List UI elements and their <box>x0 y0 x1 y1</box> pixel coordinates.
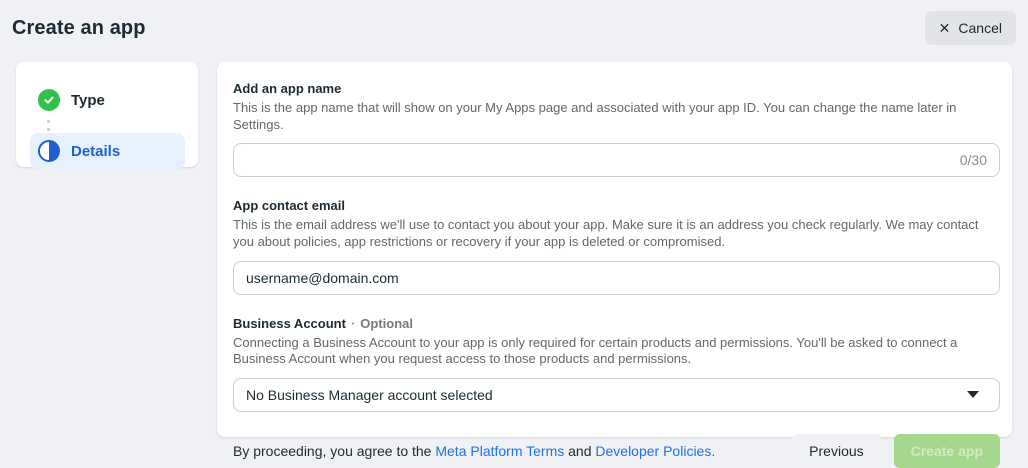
page-title: Create an app <box>12 17 146 40</box>
agreement-text: By proceeding, you agree to the Meta Pla… <box>233 443 715 459</box>
meta-platform-terms-link[interactable]: Meta Platform Terms <box>435 443 564 459</box>
chevron-down-icon <box>967 391 979 398</box>
stepper-connector <box>47 120 185 131</box>
business-account-label: Business Account <box>233 316 346 331</box>
agreement-middle: and <box>564 443 595 459</box>
half-circle-icon <box>38 140 60 162</box>
contact-email-field-box <box>233 261 1000 295</box>
cancel-button[interactable]: ✕ Cancel <box>925 11 1016 45</box>
stepper-item-type-label: Type <box>71 92 105 109</box>
business-account-description: Connecting a Business Account to your ap… <box>233 335 1000 368</box>
optional-badge: Optional <box>360 316 413 331</box>
app-name-input[interactable] <box>246 152 952 168</box>
create-app-button[interactable]: Create app <box>894 434 1000 468</box>
app-name-section: Add an app name This is the app name tha… <box>233 81 1000 177</box>
app-name-description: This is the app name that will show on y… <box>233 100 1000 133</box>
cancel-button-label: Cancel <box>958 20 1002 36</box>
business-account-selected-value: No Business Manager account selected <box>246 387 493 403</box>
previous-button[interactable]: Previous <box>791 434 881 468</box>
page-header: Create an app ✕ Cancel <box>0 0 1028 56</box>
form-footer: By proceeding, you agree to the Meta Pla… <box>233 434 1000 468</box>
stepper-item-details[interactable]: Details <box>30 133 185 169</box>
stepper-sidebar: Type Details <box>16 62 198 167</box>
label-separator: · <box>351 316 355 331</box>
contact-email-label: App contact email <box>233 198 1000 213</box>
stepper-item-type[interactable]: Type <box>30 82 185 118</box>
check-circle-icon <box>38 89 60 111</box>
contact-email-input[interactable] <box>246 270 987 286</box>
business-account-section: Business Account · Optional Connecting a… <box>233 316 1000 412</box>
close-icon: ✕ <box>939 21 951 35</box>
app-name-field-box: 0/30 <box>233 143 1000 177</box>
business-account-select[interactable]: No Business Manager account selected <box>233 378 1000 412</box>
footer-buttons: Previous Create app <box>791 434 1000 468</box>
app-name-char-counter: 0/30 <box>960 152 987 168</box>
create-app-form: Add an app name This is the app name tha… <box>217 62 1012 437</box>
contact-email-section: App contact email This is the email addr… <box>233 198 1000 294</box>
app-name-label: Add an app name <box>233 81 1000 96</box>
business-account-label-row: Business Account · Optional <box>233 316 1000 331</box>
stepper-item-details-label: Details <box>71 143 120 160</box>
contact-email-description: This is the email address we'll use to c… <box>233 217 1000 250</box>
agreement-prefix: By proceeding, you agree to the <box>233 443 435 459</box>
developer-policies-link[interactable]: Developer Policies. <box>595 443 715 459</box>
